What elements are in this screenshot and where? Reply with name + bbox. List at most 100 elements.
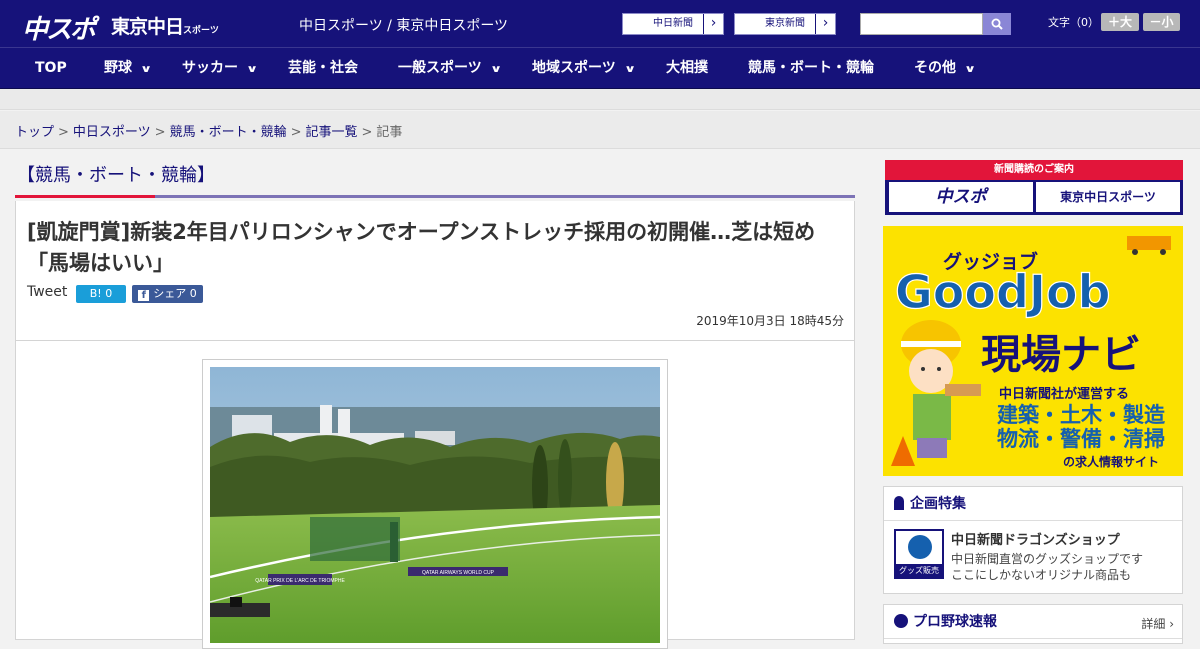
- site-names[interactable]: 中日スポーツ / 東京中日スポーツ: [299, 15, 508, 35]
- baseball-heading-label: プロ野球速報: [913, 614, 997, 630]
- nav-label: サッカー: [182, 60, 238, 76]
- search-icon: [991, 18, 1003, 30]
- breadcrumb-link-top[interactable]: トップ: [15, 125, 54, 140]
- nav-label: 競馬・ボート・競輪: [748, 60, 874, 76]
- breadcrumb-separator: >: [58, 125, 69, 140]
- breadcrumb-link-list[interactable]: 記事一覧: [306, 125, 358, 140]
- chevron-down-icon: ∨: [245, 64, 259, 75]
- facebook-icon: f: [138, 290, 150, 301]
- nav-label: 地域スポーツ: [532, 60, 616, 76]
- chevron-down-icon: ∨: [963, 64, 977, 75]
- search-input[interactable]: [860, 13, 983, 35]
- article-title: [凱旋門賞]新装2年目パリロンシャンでオープンストレッチ採用の初開催…芝は短め「…: [27, 220, 816, 275]
- breadcrumb-bar: トップ > 中日スポーツ > 競馬・ボート・競輪 > 記事一覧 > 記事: [0, 111, 1200, 149]
- chevron-down-icon: ∨: [139, 64, 153, 75]
- breadcrumb-separator: >: [290, 125, 302, 140]
- nav-item-sumo[interactable]: 大相撲: [666, 48, 708, 89]
- breadcrumb: トップ > 中日スポーツ > 競馬・ボート・競輪 > 記事一覧 > 記事: [15, 121, 402, 140]
- main-nav: TOP 野球 ∨ サッカー ∨ 芸能・社会 一般スポーツ ∨ 地域スポーツ ∨ 大相撲 …: [0, 48, 1200, 89]
- breadcrumb-link-chuspo[interactable]: 中日スポーツ: [73, 125, 151, 140]
- baseball-heading: プロ野球速報: [884, 605, 1182, 639]
- feature-item-desc-2: ここにしかないオリジナル商品も: [951, 568, 1132, 582]
- chunichi-shimbun-label: 中日新聞: [653, 18, 693, 29]
- tweet-button[interactable]: Tweet: [27, 284, 67, 300]
- subscribe-chuspo-button[interactable]: 中スポ: [889, 182, 1033, 212]
- goodjob-ad-art: グッジョブ GoodJob 現場ナビ 中日新聞社が運営する 建築・土木・製造 物…: [883, 226, 1183, 476]
- sub-nav-strip: [0, 89, 1200, 110]
- racecourse-photo[interactable]: QATAR PRIX DE L'ARC DE TRIOMPHE QATAR AI…: [210, 367, 660, 643]
- article-header: [凱旋門賞]新装2年目パリロンシャンでオープンストレッチ採用の初開催…芝は短め「…: [15, 201, 855, 341]
- tokyo-shimbun-label: 東京新聞: [765, 18, 805, 29]
- breadcrumb-current: 記事: [376, 125, 403, 140]
- article-date: 2019年10月3日 18時45分: [696, 314, 844, 328]
- tokyo-shimbun-button[interactable]: 東京新聞 ›: [734, 13, 836, 35]
- nav-item-baseball[interactable]: 野球 ∨: [104, 48, 153, 89]
- ad-line-1: 中日新聞社が運営する: [999, 386, 1129, 402]
- chunichi-shimbun-button[interactable]: 中日新聞 ›: [622, 13, 724, 35]
- category-accent-bar: [15, 195, 155, 198]
- photo-sign-arc: QATAR PRIX DE L'ARC DE TRIOMPHE: [255, 578, 345, 584]
- subscription-head: 新聞購読のご案内: [885, 160, 1183, 180]
- subscription-banner: 新聞購読のご案内 中スポ 東京中日スポーツ: [885, 160, 1183, 215]
- feature-item-desc-1: 中日新聞直営のグッズショップです: [951, 552, 1144, 566]
- nav-item-entertainment[interactable]: 芸能・社会: [288, 48, 358, 89]
- ad-tagline: 現場ナビ: [981, 332, 1141, 378]
- baseball-box: プロ野球速報 詳細 ›: [883, 604, 1183, 644]
- nav-label: TOP: [35, 60, 67, 76]
- nav-item-keiba[interactable]: 競馬・ボート・競輪: [748, 48, 874, 89]
- breadcrumb-link-keiba[interactable]: 競馬・ボート・競輪: [170, 125, 287, 140]
- mascot-icon: [908, 535, 932, 559]
- feature-item[interactable]: グッズ販売中 中日新聞ドラゴンズショップ 中日新聞直営のグッズショップです ここ…: [884, 521, 1182, 593]
- font-smaller-button[interactable]: －小: [1143, 13, 1180, 31]
- feature-heading-label: 企画特集: [910, 496, 966, 512]
- dragons-shop-thumb: グッズ販売中: [894, 529, 944, 588]
- photo-sign-qatar: QATAR AIRWAYS WORLD CUP: [422, 570, 495, 576]
- facebook-share-label: シェア 0: [153, 287, 197, 300]
- goodjob-ad[interactable]: グッジョブ GoodJob 現場ナビ 中日新聞社が運営する 建築・土木・製造 物…: [883, 226, 1183, 476]
- thumb-label: グッズ販売中: [896, 564, 942, 588]
- ad-line-4: の求人情報サイト: [1063, 454, 1159, 469]
- ad-brand: GoodJob: [895, 265, 1111, 319]
- nav-label: 芸能・社会: [288, 60, 358, 76]
- chevron-right-icon: ›: [703, 14, 723, 34]
- nav-label: 野球: [104, 60, 132, 76]
- tokyo-chunichi-logo[interactable]: 東京中日スポーツ: [111, 12, 219, 39]
- chevron-right-icon: ›: [815, 14, 835, 34]
- tokyo-logo-text: 東京中日: [111, 16, 184, 38]
- top-bar: 中スポ 東京中日スポーツ 中日スポーツ / 東京中日スポーツ 中日新聞 › 東京新…: [0, 0, 1200, 48]
- baseball-detail-link[interactable]: 詳細 ›: [1141, 615, 1174, 632]
- feature-item-title: 中日新聞ドラゴンズショップ: [951, 533, 1120, 548]
- hatena-bookmark-button[interactable]: B! 0: [76, 285, 126, 303]
- nav-item-top[interactable]: TOP: [35, 48, 67, 89]
- font-bigger-button[interactable]: ＋大: [1101, 13, 1139, 31]
- search-button[interactable]: [983, 13, 1011, 35]
- breadcrumb-separator: >: [154, 125, 166, 140]
- nav-item-other[interactable]: その他 ∨: [914, 48, 977, 89]
- nav-label: 一般スポーツ: [398, 60, 482, 76]
- truck-icon: [1127, 236, 1171, 250]
- feature-box: 企画特集 グッズ販売中 中日新聞ドラゴンズショップ 中日新聞直営のグッズショップ…: [883, 486, 1183, 594]
- category-title: 【競馬・ボート・競輪】: [17, 165, 215, 186]
- font-size-label: 文字（0）: [1048, 16, 1099, 29]
- category-header: 【競馬・ボート・競輪】: [15, 150, 855, 198]
- ribbon-icon: [894, 496, 904, 510]
- facebook-share-button[interactable]: f シェア 0: [132, 285, 203, 303]
- article-photo-box: QATAR PRIX DE L'ARC DE TRIOMPHE QATAR AI…: [15, 340, 855, 649]
- ad-line-3: 物流・警備・清掃: [997, 427, 1165, 451]
- chevron-down-icon: ∨: [489, 64, 502, 75]
- chuspo-logo[interactable]: 中スポ: [22, 9, 96, 46]
- main-column: 【競馬・ボート・競輪】 [凱旋門賞]新装2年目パリロンシャンでオープンストレッチ…: [15, 150, 855, 649]
- ad-line-2: 建築・土木・製造: [997, 403, 1166, 427]
- nav-item-soccer[interactable]: サッカー ∨: [182, 48, 259, 89]
- breadcrumb-separator: >: [361, 125, 373, 140]
- baseball-icon: [894, 614, 908, 628]
- nav-item-local-sports[interactable]: 地域スポーツ ∨: [532, 48, 636, 89]
- chevron-down-icon: ∨: [623, 64, 636, 75]
- nav-label: その他: [914, 60, 956, 76]
- sidebar: 新聞購読のご案内 中スポ 東京中日スポーツ グッジョブ GoodJob 現場ナビ…: [883, 160, 1183, 644]
- nav-label: 大相撲: [666, 60, 708, 76]
- subscribe-tokyo-button[interactable]: 東京中日スポーツ: [1036, 182, 1180, 212]
- feature-heading: 企画特集: [884, 487, 1182, 521]
- nav-item-general-sports[interactable]: 一般スポーツ ∨: [398, 48, 502, 89]
- tokyo-logo-small: スポーツ: [183, 26, 219, 36]
